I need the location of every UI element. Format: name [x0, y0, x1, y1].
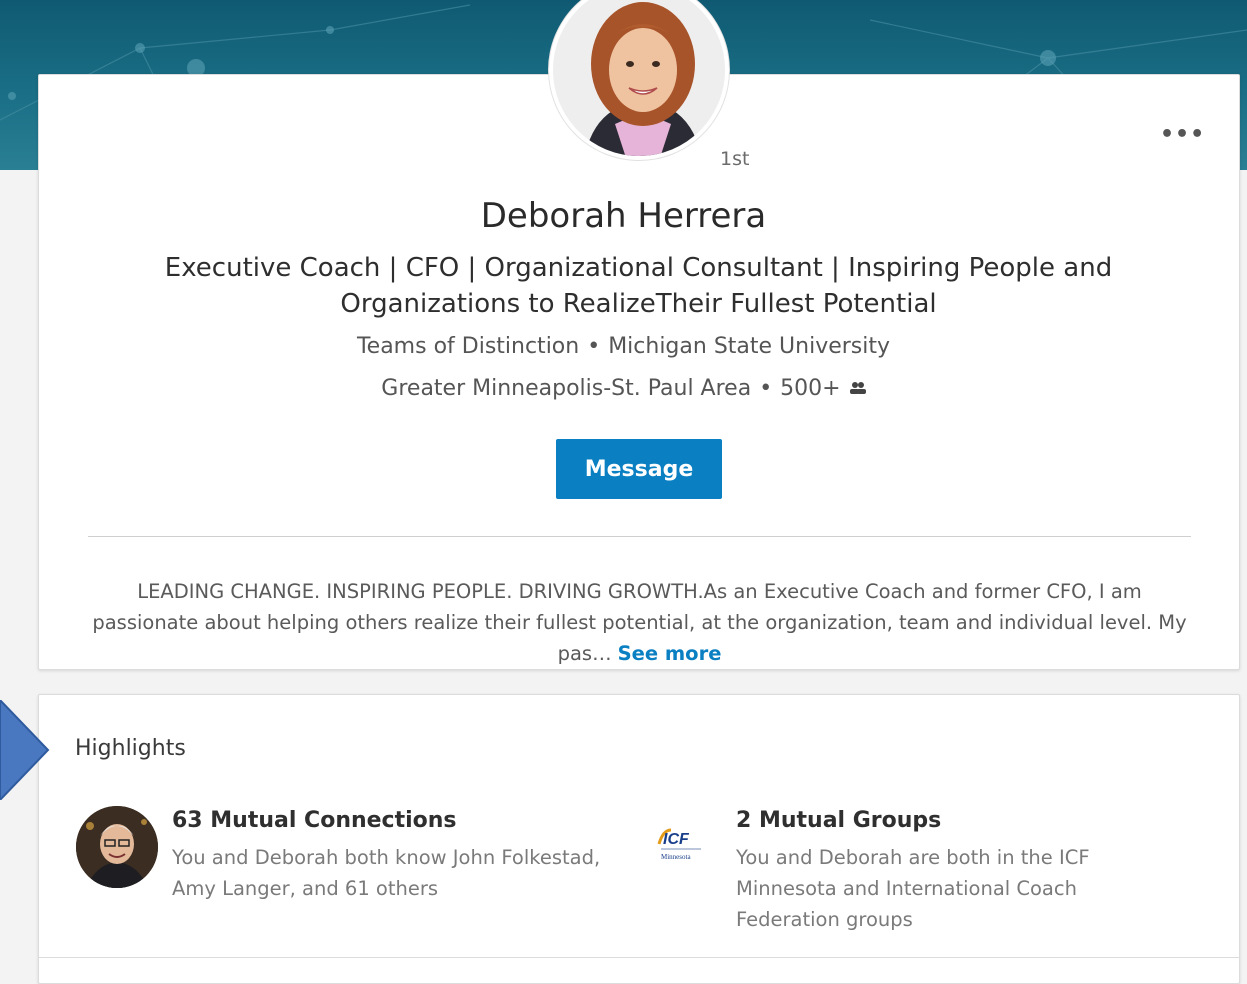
mutual-connections-title[interactable]: 63 Mutual Connections — [172, 808, 457, 833]
profile-summary: LEADING CHANGE. INSPIRING PEOPLE. DRIVIN… — [88, 576, 1191, 669]
mutual-connections-description: You and Deborah both know John Folkestad… — [172, 846, 601, 900]
profile-headline: Executive Coach | CFO | Organizational C… — [164, 253, 1113, 319]
profile-name: Deborah Herrera — [480, 196, 767, 236]
callout-arrow-icon — [0, 700, 50, 800]
icf-group-logo[interactable]: ICF Minnesota — [655, 826, 705, 866]
profile-avatar[interactable] — [536, 0, 742, 176]
highlights-bottom-divider — [38, 957, 1240, 958]
highlights-card — [38, 694, 1240, 984]
mutual-connection-photo — [76, 806, 158, 888]
mutual-connection-avatar[interactable] — [76, 806, 158, 888]
connection-degree-badge: 1st — [720, 148, 750, 170]
mutual-groups-title[interactable]: 2 Mutual Groups — [736, 808, 941, 833]
connections-count[interactable]: 500+ — [780, 376, 840, 401]
location-text: Greater Minneapolis-St. Paul Area — [381, 376, 752, 401]
profile-affiliations: Teams of Distinction • Michigan State Univ… — [0, 334, 1247, 359]
icf-logo-subtext: Minnesota — [661, 853, 691, 861]
more-options-icon[interactable]: ••• — [1160, 122, 1205, 147]
highlights-title: Highlights — [75, 736, 186, 761]
divider — [88, 536, 1191, 537]
see-more-link[interactable]: See more — [618, 642, 722, 665]
message-button[interactable]: Message — [556, 439, 722, 499]
icf-logo-text: ICF — [663, 831, 690, 848]
separator-dot: • — [759, 376, 773, 401]
profile-photo — [553, 0, 725, 156]
mutual-groups-description: You and Deborah are both in the ICF Minn… — [736, 846, 1090, 931]
company-link[interactable]: Teams of Distinction — [357, 334, 579, 359]
profile-location-row: Greater Minneapolis-St. Paul Area • 500+ — [0, 376, 1247, 401]
connections-icon — [845, 380, 866, 399]
separator-dot: • — [587, 334, 601, 359]
school-link[interactable]: Michigan State University — [608, 334, 890, 359]
